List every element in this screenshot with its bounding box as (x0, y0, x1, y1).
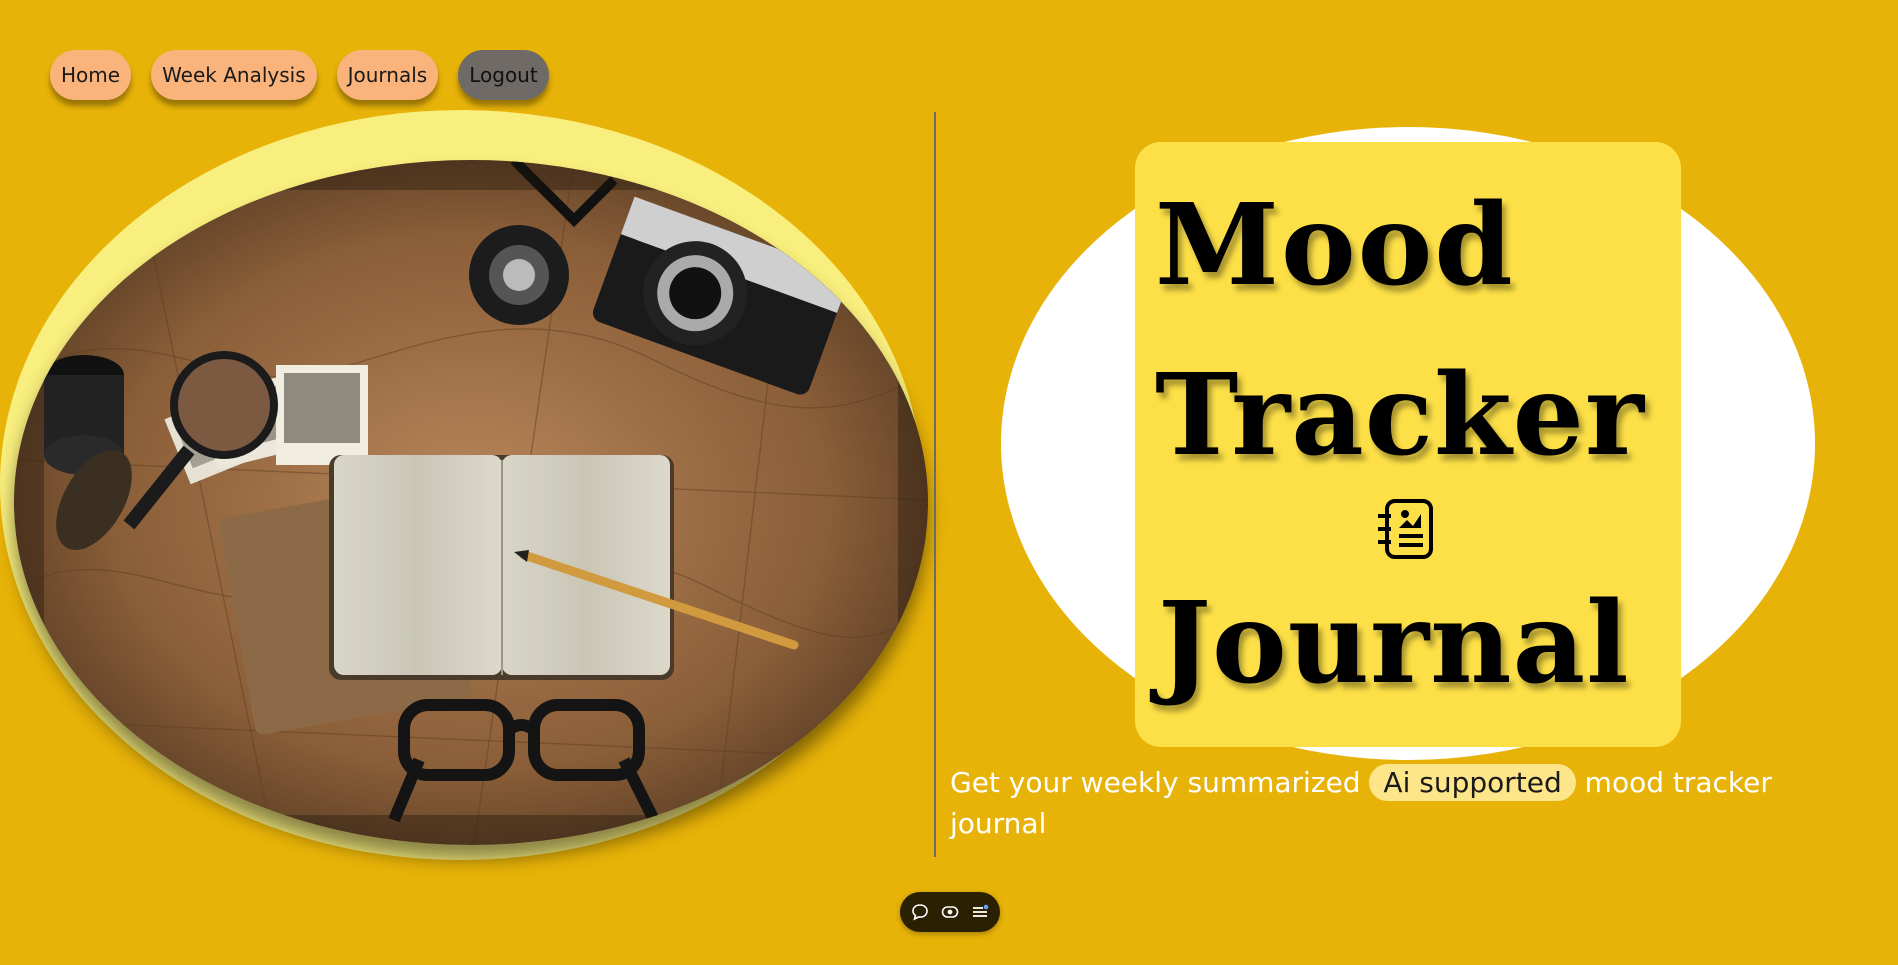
nav-home-button[interactable]: Home (50, 50, 132, 100)
hero-title-tracker: Tracker (1155, 350, 1645, 481)
hero-photo (14, 160, 928, 845)
tagline: Get your weekly summarized Ai supported … (950, 762, 1800, 844)
tagline-text-start: Get your weekly summarized (950, 766, 1370, 799)
desk-photo-illustration (14, 160, 928, 845)
eye-icon[interactable] (941, 903, 959, 921)
nav-logout-button[interactable]: Logout (458, 50, 549, 100)
ai-supported-badge: Ai supported (1369, 764, 1576, 801)
hero-title-journal: Journal (1158, 578, 1630, 709)
vertical-divider (934, 112, 936, 857)
floating-toolbar (900, 892, 1000, 932)
chat-icon[interactable] (911, 903, 929, 921)
top-nav: Home Week Analysis Journals Logout (50, 50, 549, 100)
menu-icon[interactable] (971, 903, 989, 921)
nav-week-analysis-button[interactable]: Week Analysis (151, 50, 317, 100)
hero-title-mood: Mood (1155, 180, 1515, 311)
nav-journals-button[interactable]: Journals (336, 50, 439, 100)
journal-chart-icon (1378, 499, 1433, 559)
